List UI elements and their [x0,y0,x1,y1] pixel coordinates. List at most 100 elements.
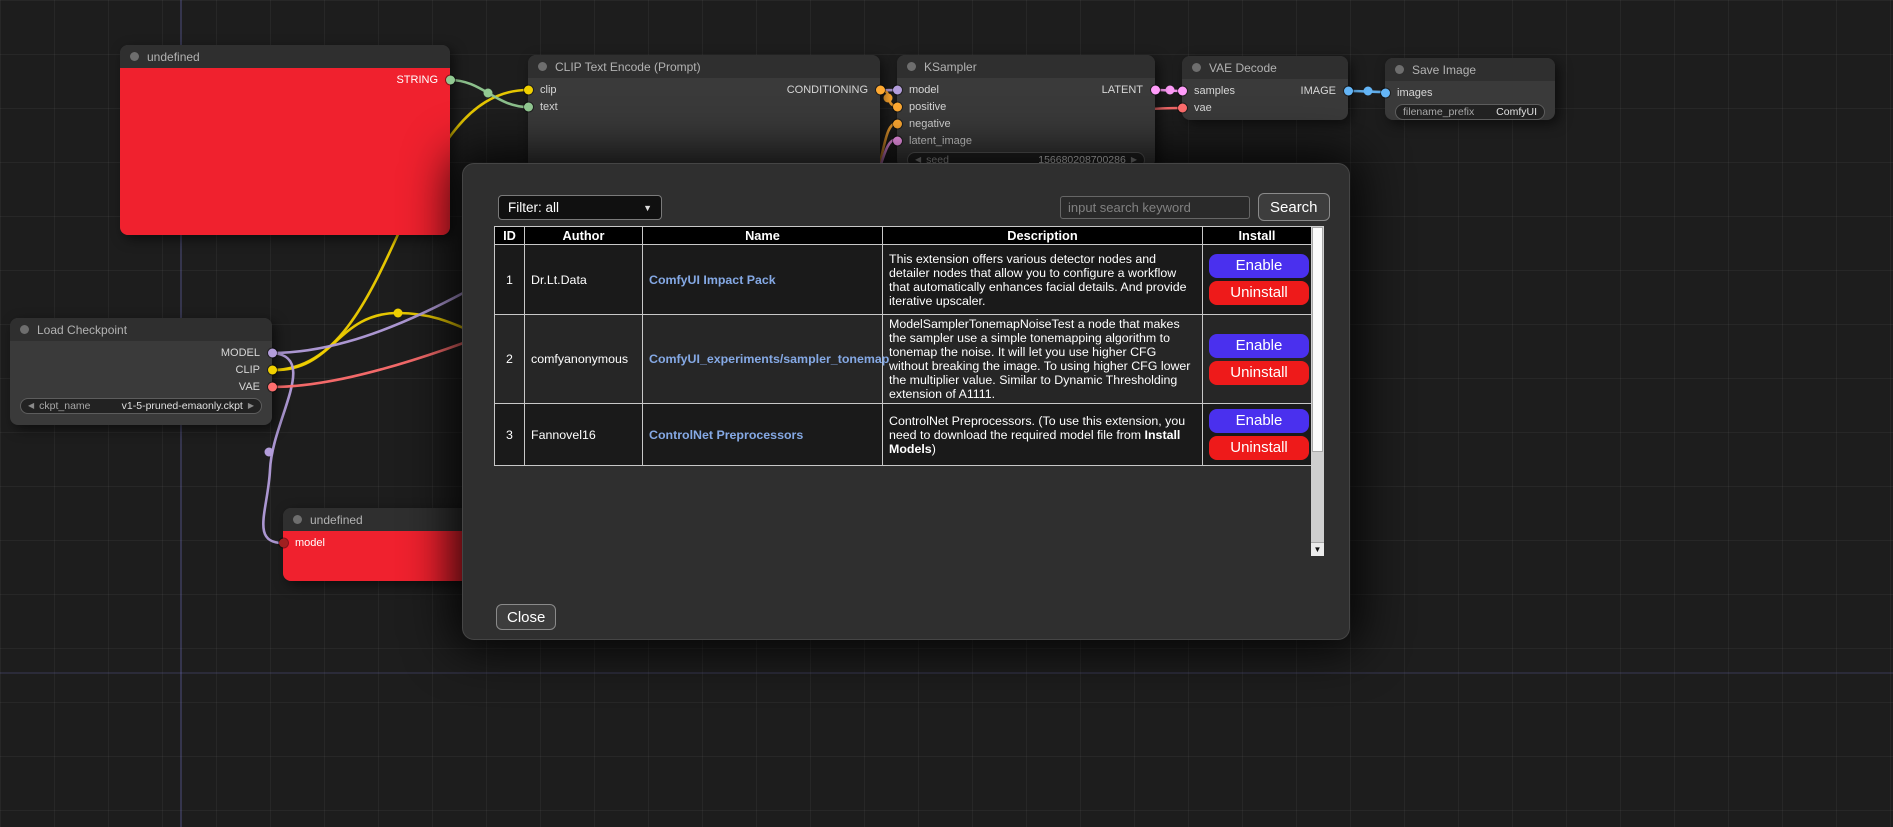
cell-author: Fannovel16 [525,404,643,466]
cell-id: 2 [495,315,525,404]
node-title-bar[interactable]: Save Image [1385,58,1555,81]
images-input-port[interactable] [1381,88,1390,97]
filename-prefix-widget[interactable]: filename_prefix ComfyUI [1395,104,1545,120]
extension-link[interactable]: ControlNet Preprocessors [649,428,803,442]
latent-output-label: LATENT [1102,84,1143,96]
column-header-description: Description [883,227,1203,245]
uninstall-button[interactable]: Uninstall [1209,436,1309,460]
image-output-port[interactable] [1344,86,1353,95]
search-input[interactable] [1060,196,1250,219]
cell-id: 1 [495,245,525,315]
slot-row: samples IMAGE [1182,82,1348,99]
ckpt-name-widget[interactable]: ◀ ckpt_name v1-5-pruned-emaonly.ckpt ▶ [20,398,262,414]
close-button[interactable]: Close [496,604,556,630]
node-title: Load Checkpoint [37,323,127,337]
filter-select-value: Filter: all [508,200,559,215]
uninstall-button[interactable]: Uninstall [1209,281,1309,305]
slot-row: model LATENT [897,81,1155,98]
uninstall-button[interactable]: Uninstall [1209,361,1309,385]
table-row: 3 Fannovel16 ControlNet Preprocessors Co… [495,404,1312,466]
chevron-down-icon: ▼ [643,203,652,213]
vae-output-port[interactable] [268,382,277,391]
node-title-bar[interactable]: CLIP Text Encode (Prompt) [528,55,880,78]
conditioning-output-port[interactable] [876,85,885,94]
extension-link[interactable]: ComfyUI_experiments/sampler_tonemap [649,352,889,366]
install-custom-nodes-dialog: Filter: all ▼ Search ID Author Name Desc… [462,163,1350,640]
node-title-bar[interactable]: VAE Decode [1182,56,1348,79]
slot-row: VAE [10,378,272,395]
cell-author: Dr.Lt.Data [525,245,643,315]
text-input-port[interactable] [524,102,533,111]
conditioning-output-label: CONDITIONING [787,84,868,96]
node-title: undefined [147,50,200,64]
vae-output-label: VAE [239,381,260,393]
latent-image-input-port[interactable] [893,136,902,145]
column-header-name: Name [643,227,883,245]
scrollbar-thumb[interactable] [1312,227,1323,452]
node-save-image[interactable]: Save Image images filename_prefix ComfyU… [1385,58,1555,120]
model-input-label: model [909,84,939,96]
slot-row: images [1385,84,1555,101]
extension-link[interactable]: ComfyUI Impact Pack [649,273,776,287]
string-output-label: STRING [396,74,438,86]
model-output-label: MODEL [221,347,260,359]
cell-description: This extension offers various detector n… [883,245,1203,315]
table-row: 1 Dr.Lt.Data ComfyUI Impact Pack This ex… [495,245,1312,315]
next-arrow-icon[interactable]: ▶ [248,402,254,410]
latent-image-input-label: latent_image [909,135,972,147]
model-input-port[interactable] [279,538,288,547]
ckpt-name-label: ckpt_name [39,400,90,412]
samples-input-port[interactable] [1178,86,1187,95]
slot-row: positive [897,98,1155,115]
node-vae-decode[interactable]: VAE Decode samples IMAGE vae [1182,56,1348,120]
negative-input-port[interactable] [893,119,902,128]
slot-row: clip CONDITIONING [528,81,880,98]
node-title-bar[interactable]: Load Checkpoint [10,318,272,341]
collapse-dot-icon[interactable] [1192,63,1201,72]
slot-row: latent_image [897,132,1155,149]
clip-output-label: CLIP [236,364,260,376]
prev-arrow-icon[interactable]: ◀ [28,402,34,410]
enable-button[interactable]: Enable [1209,254,1309,278]
collapse-dot-icon[interactable] [293,515,302,524]
clip-input-label: clip [540,84,557,96]
model-input-port[interactable] [893,85,902,94]
enable-button[interactable]: Enable [1209,334,1309,358]
scroll-down-arrow-icon[interactable]: ▼ [1311,542,1324,556]
collapse-dot-icon[interactable] [538,62,547,71]
positive-input-port[interactable] [893,102,902,111]
slot-row: negative [897,115,1155,132]
collapse-dot-icon[interactable] [907,62,916,71]
node-load-checkpoint[interactable]: Load Checkpoint MODEL CLIP VAE ◀ ckpt_na… [10,318,272,425]
node-undefined-top[interactable]: undefined STRING [120,45,450,235]
samples-input-label: samples [1194,85,1235,97]
slot-row: MODEL [10,344,272,361]
filename-prefix-label: filename_prefix [1403,106,1474,118]
collapse-dot-icon[interactable] [20,325,29,334]
node-title-bar[interactable]: undefined [120,45,450,68]
custom-nodes-table: ID Author Name Description Install 1 Dr.… [494,226,1312,466]
enable-button[interactable]: Enable [1209,409,1309,433]
column-header-id: ID [495,227,525,245]
node-title: undefined [310,513,363,527]
string-output-port[interactable] [446,75,455,84]
table-row: 2 comfyanonymous ComfyUI_experiments/sam… [495,315,1312,404]
cell-description: ControlNet Preprocessors. (To use this e… [883,404,1203,466]
vae-input-label: vae [1194,102,1212,114]
filter-select[interactable]: Filter: all ▼ [498,195,662,220]
model-output-port[interactable] [268,348,277,357]
node-title: CLIP Text Encode (Prompt) [555,60,701,74]
clip-input-port[interactable] [524,85,533,94]
table-scrollbar[interactable]: ▼ [1311,226,1324,556]
node-title-bar[interactable]: KSampler [897,55,1155,78]
latent-output-port[interactable] [1151,85,1160,94]
search-button[interactable]: Search [1258,193,1330,221]
cell-id: 3 [495,404,525,466]
node-ksampler[interactable]: KSampler model LATENT positive negative … [897,55,1155,168]
vae-input-port[interactable] [1178,103,1187,112]
collapse-dot-icon[interactable] [130,52,139,61]
clip-output-port[interactable] [268,365,277,374]
cell-author: comfyanonymous [525,315,643,404]
collapse-dot-icon[interactable] [1395,65,1404,74]
column-header-install: Install [1203,227,1312,245]
